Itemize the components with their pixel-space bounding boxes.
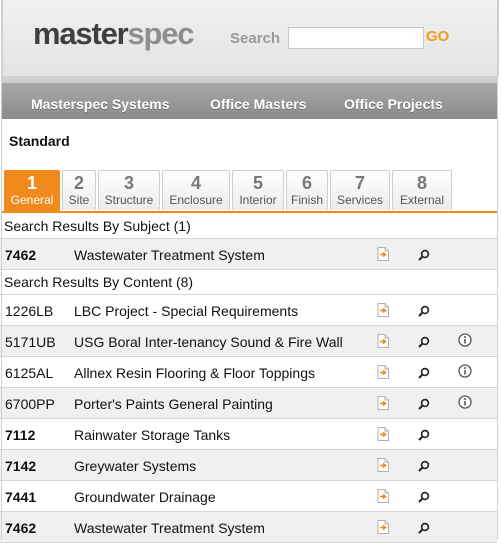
tab-structure[interactable]: 3 Structure [98,170,160,210]
result-title[interactable]: Allnex Resin Flooring & Floor Toppings [74,365,315,381]
search-results: Search Results By Subject (1) 7462 Wastew… [0,214,497,543]
result-code: 7462 [5,520,37,536]
tab-underline [2,211,497,213]
info-icon[interactable] [458,395,472,409]
result-code: 1226LB [5,303,54,319]
result-title[interactable]: Groundwater Drainage [74,489,216,505]
nav-office-masters[interactable]: Office Masters [210,96,306,112]
info-icon[interactable] [458,364,472,378]
logo-dark-text: master [33,16,129,51]
result-title[interactable]: Wastewater Treatment System [74,247,265,263]
tab-enclosure[interactable]: 4 Enclosure [162,170,230,210]
magnifier-icon[interactable] [418,459,430,472]
tab-external[interactable]: 8 External [392,170,452,210]
section-title: Standard [9,133,70,149]
main-nav: Masterspec Systems Office Masters Office… [2,76,497,119]
content-results-header: Search Results By Content (8) [0,270,497,295]
document-icon[interactable] [377,458,389,472]
magnifier-icon[interactable] [418,248,430,261]
result-row[interactable]: 6125AL Allnex Resin Flooring & Floor Topp… [0,357,497,388]
page: masterspec Search GO Masterspec Systems … [0,0,501,543]
result-title[interactable]: Wastewater Treatment System [74,520,265,536]
tab-general[interactable]: 1 General [4,170,60,211]
result-code: 7441 [5,489,37,505]
tab-site[interactable]: 2 Site [62,170,96,210]
logo-light-text: spec [127,16,194,51]
nav-masterspec-systems[interactable]: Masterspec Systems [31,96,170,112]
magnifier-icon[interactable] [418,397,430,410]
result-title[interactable]: Porter's Paints General Painting [74,396,273,412]
magnifier-icon[interactable] [418,366,430,379]
tab-finish[interactable]: 6 Finish [286,170,328,210]
result-code: 7112 [5,427,36,443]
tab-label: General [10,193,54,207]
result-code: 5171UB [5,334,56,350]
nav-office-projects[interactable]: Office Projects [344,96,443,112]
result-title[interactable]: USG Boral Inter-tenancy Sound & Fire Wal… [74,334,343,350]
tab-label: Interior [239,193,277,207]
tab-label: Structure [104,193,154,207]
tab-number: 3 [123,173,134,193]
document-icon[interactable] [377,365,389,379]
document-icon[interactable] [377,396,389,410]
search-label: Search [230,30,281,47]
tab-number: 6 [301,173,312,193]
result-row[interactable]: 7441 Groundwater Drainage [0,481,497,512]
subject-results-header: Search Results By Subject (1) [0,214,497,239]
masterspec-logo[interactable]: masterspec [33,16,195,52]
tab-number: 1 [26,173,37,193]
result-code: 7462 [5,247,37,263]
magnifier-icon[interactable] [418,428,430,441]
document-icon[interactable] [377,489,389,503]
magnifier-icon[interactable] [418,521,430,534]
content-results-list: 1226LB LBC Project - Special Requirements… [0,295,497,543]
tab-number: 8 [416,173,427,193]
subject-results-list: 7462 Wastewater Treatment System [0,239,497,270]
tab-number: 4 [190,173,201,193]
tab-label: Services [336,193,383,207]
result-title[interactable]: LBC Project - Special Requirements [74,303,298,319]
tab-number: 7 [354,173,365,193]
document-icon[interactable] [377,520,389,534]
header: masterspec Search GO [2,0,499,76]
document-icon[interactable] [377,427,389,441]
result-row[interactable]: 6700PP Porter's Paints General Painting [0,388,497,419]
tab-services[interactable]: 7 Services [330,170,390,210]
document-icon[interactable] [377,303,389,317]
tab-label: External [399,193,445,207]
section-tabs: 1 General 2 Site 3 Structure 4 Enclosure 5 Interi… [4,170,497,214]
tab-number: 5 [252,173,263,193]
tab-label: Site [68,193,90,207]
info-icon[interactable] [458,333,472,347]
magnifier-icon[interactable] [418,490,430,503]
result-row[interactable]: 7462 Wastewater Treatment System [0,239,497,270]
document-icon[interactable] [377,334,389,348]
result-title[interactable]: Greywater Systems [74,458,196,474]
tab-label: Enclosure [169,193,223,207]
result-row[interactable]: 7462 Wastewater Treatment System [0,512,497,543]
result-row[interactable]: 7112 Rainwater Storage Tanks [0,419,497,450]
result-row[interactable]: 5171UB USG Boral Inter-tenancy Sound & Fi… [0,326,497,357]
result-code: 6700PP [5,396,55,412]
go-button[interactable]: GO [426,28,449,45]
result-row[interactable]: 1226LB LBC Project - Special Requirements [0,295,497,326]
result-code: 6125AL [5,365,54,381]
result-title[interactable]: Rainwater Storage Tanks [74,427,230,443]
tab-number: 2 [73,173,84,193]
search-input[interactable] [288,27,424,49]
result-code: 7142 [5,458,37,474]
tab-label: Finish [290,193,323,207]
document-icon[interactable] [377,247,389,261]
result-row[interactable]: 7142 Greywater Systems [0,450,497,481]
magnifier-icon[interactable] [418,304,430,317]
magnifier-icon[interactable] [418,335,430,348]
tab-interior[interactable]: 5 Interior [232,170,284,210]
